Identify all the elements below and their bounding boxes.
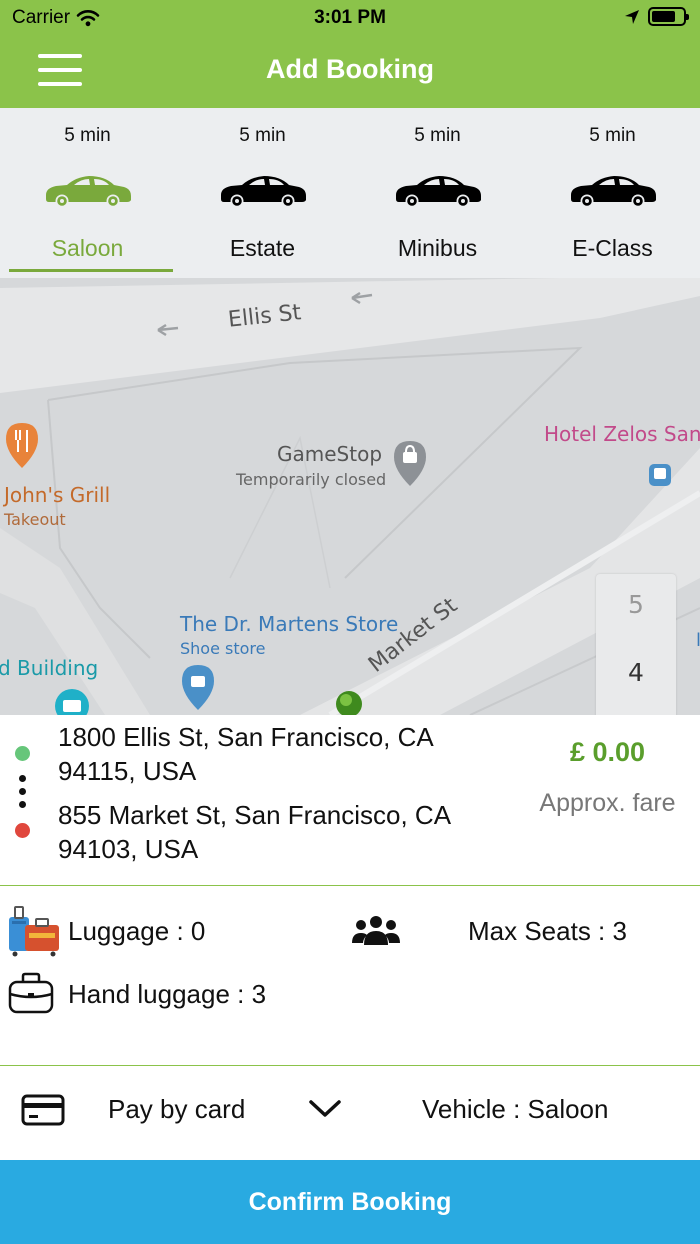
page-title: Add Booking xyxy=(266,54,434,84)
max-seats: Max Seats : 3 xyxy=(468,916,627,946)
place-edge-label: l xyxy=(696,630,700,651)
confirm-booking-button[interactable]: Confirm Booking xyxy=(0,1160,700,1244)
pickup-dot-icon xyxy=(15,746,30,761)
vehicle-type-tabs: 5 min Saloon 5 min Estate 5 min Minibus xyxy=(0,108,700,278)
location-arrow-icon xyxy=(625,9,639,24)
place-gamestop-note: Temporarily closed xyxy=(236,470,387,489)
car-icon xyxy=(46,176,131,208)
place-hotel[interactable]: Hotel Zelos San xyxy=(544,422,700,446)
briefcase-icon xyxy=(8,972,54,1014)
eta-label: 5 min xyxy=(589,125,636,146)
eta-label: 5 min xyxy=(239,125,286,146)
payment-row: Pay by card Vehicle : Saloon xyxy=(0,1066,700,1160)
app-header: Add Booking xyxy=(0,36,700,108)
car-icon xyxy=(571,176,656,208)
car-icon xyxy=(221,176,306,208)
map-view[interactable]: Ellis St Market St GameStop Temporarily … xyxy=(0,278,700,715)
dropoff-dot-icon xyxy=(15,823,30,838)
status-right xyxy=(624,7,689,26)
place-johns-grill[interactable]: John's Grill xyxy=(4,483,110,507)
floor-level-selector[interactable]: 5 4 xyxy=(596,574,676,715)
tab-label: Minibus xyxy=(397,235,478,261)
eta-label: 5 min xyxy=(414,125,461,146)
tab-e-class[interactable]: 5 min E-Class xyxy=(525,108,700,278)
place-dr-martens-note: Shoe store xyxy=(180,639,266,658)
top-bar: Carrier 3:01 PM Add Booking xyxy=(0,0,700,108)
tab-minibus[interactable]: 5 min Minibus xyxy=(350,108,525,278)
tab-saloon[interactable]: 5 min Saloon xyxy=(0,108,175,278)
route-connector-dot xyxy=(19,801,26,808)
car-icon xyxy=(396,176,481,208)
tab-label: Saloon xyxy=(51,235,124,261)
hand-luggage-count: Hand luggage : 3 xyxy=(68,979,267,1009)
floor-level-5[interactable]: 5 xyxy=(596,590,676,619)
route-panel: 1800 Ellis St, San Francisco, CA 94115, … xyxy=(0,715,700,886)
battery-icon xyxy=(648,7,689,26)
tab-label: Estate xyxy=(229,235,296,261)
chevron-down-icon[interactable] xyxy=(308,1098,342,1120)
payment-method-select[interactable]: Pay by card xyxy=(108,1094,245,1125)
route-connector-dot xyxy=(19,775,26,782)
route-connector-dot xyxy=(19,788,26,795)
fare-label: Approx. fare xyxy=(539,789,676,817)
passengers-icon xyxy=(352,916,400,945)
luggage-count: Luggage : 0 xyxy=(68,916,206,946)
place-gamestop[interactable]: GameStop xyxy=(277,442,382,466)
eta-label: 5 min xyxy=(64,125,111,146)
active-tab-indicator xyxy=(9,269,173,272)
fare-amount: £ 0.00 xyxy=(569,737,646,767)
pickup-address[interactable]: 1800 Ellis St, San Francisco, CA 94115, … xyxy=(58,720,488,788)
credit-card-icon xyxy=(21,1094,65,1126)
luggage-icon xyxy=(9,906,59,957)
dropoff-address[interactable]: 855 Market St, San Francisco, CA 94103, … xyxy=(58,798,488,866)
floor-level-4[interactable]: 4 xyxy=(596,658,676,687)
place-johns-grill-note: Takeout xyxy=(4,510,66,529)
status-bar: Carrier 3:01 PM xyxy=(0,0,700,36)
tab-estate[interactable]: 5 min Estate xyxy=(175,108,350,278)
selected-vehicle: Vehicle : Saloon xyxy=(422,1094,609,1124)
booking-info: Luggage : 0 Max Seats : 3 Hand luggage :… xyxy=(0,886,700,1066)
place-building[interactable]: d Building xyxy=(0,656,98,680)
place-dr-martens[interactable]: The Dr. Martens Store xyxy=(180,612,398,636)
clock: 3:01 PM xyxy=(314,7,386,28)
tab-label: E-Class xyxy=(572,235,653,261)
